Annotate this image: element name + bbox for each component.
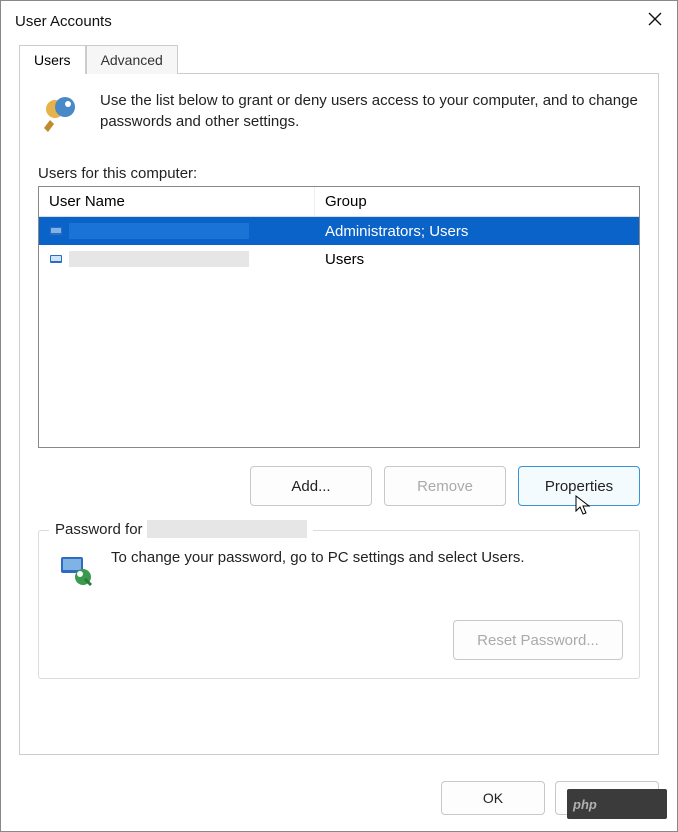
password-legend: Password for bbox=[49, 520, 313, 538]
user-group: Administrators; Users bbox=[315, 220, 639, 243]
reset-password-button[interactable]: Reset Password... bbox=[453, 620, 623, 660]
password-text: To change your password, go to PC settin… bbox=[111, 549, 525, 566]
list-header[interactable]: User Name Group bbox=[39, 187, 639, 217]
users-keys-icon bbox=[38, 90, 84, 141]
intro-row: Use the list below to grant or deny user… bbox=[38, 90, 640, 141]
tab-strip: Users Advanced bbox=[19, 44, 677, 73]
user-group: Users bbox=[315, 248, 639, 271]
user-action-buttons: Add... Remove Properties bbox=[38, 466, 640, 506]
username-redacted bbox=[69, 251, 249, 267]
dialog-button-row: OK Cancel php bbox=[1, 769, 677, 831]
properties-button[interactable]: Properties bbox=[518, 466, 640, 506]
titlebar: User Accounts bbox=[1, 1, 677, 38]
password-key-icon bbox=[55, 549, 95, 594]
users-list-label: Users for this computer: bbox=[38, 165, 640, 182]
user-row[interactable]: Users bbox=[39, 245, 639, 273]
user-accounts-window: User Accounts Users Advanced Use the lis… bbox=[0, 0, 678, 832]
column-group[interactable]: Group bbox=[315, 187, 639, 216]
php-watermark: php bbox=[567, 789, 667, 819]
remove-button[interactable]: Remove bbox=[384, 466, 506, 506]
user-icon bbox=[49, 224, 63, 238]
user-row[interactable]: Administrators; Users bbox=[39, 217, 639, 245]
password-groupbox: Password for To change your password, go… bbox=[38, 530, 640, 679]
window-title: User Accounts bbox=[15, 13, 112, 30]
tab-users[interactable]: Users bbox=[19, 45, 86, 74]
ok-button[interactable]: OK bbox=[441, 781, 545, 815]
tab-advanced[interactable]: Advanced bbox=[86, 45, 178, 74]
users-listview[interactable]: User Name Group Administrators; Users bbox=[38, 186, 640, 448]
column-username[interactable]: User Name bbox=[39, 187, 315, 216]
username-redacted bbox=[69, 223, 249, 239]
intro-text: Use the list below to grant or deny user… bbox=[100, 90, 640, 132]
user-icon bbox=[49, 252, 63, 266]
legend-user-redacted bbox=[147, 520, 307, 538]
close-button[interactable] bbox=[631, 11, 663, 32]
users-tabpanel: Use the list below to grant or deny user… bbox=[19, 73, 659, 755]
add-button[interactable]: Add... bbox=[250, 466, 372, 506]
cursor-icon bbox=[575, 495, 593, 517]
